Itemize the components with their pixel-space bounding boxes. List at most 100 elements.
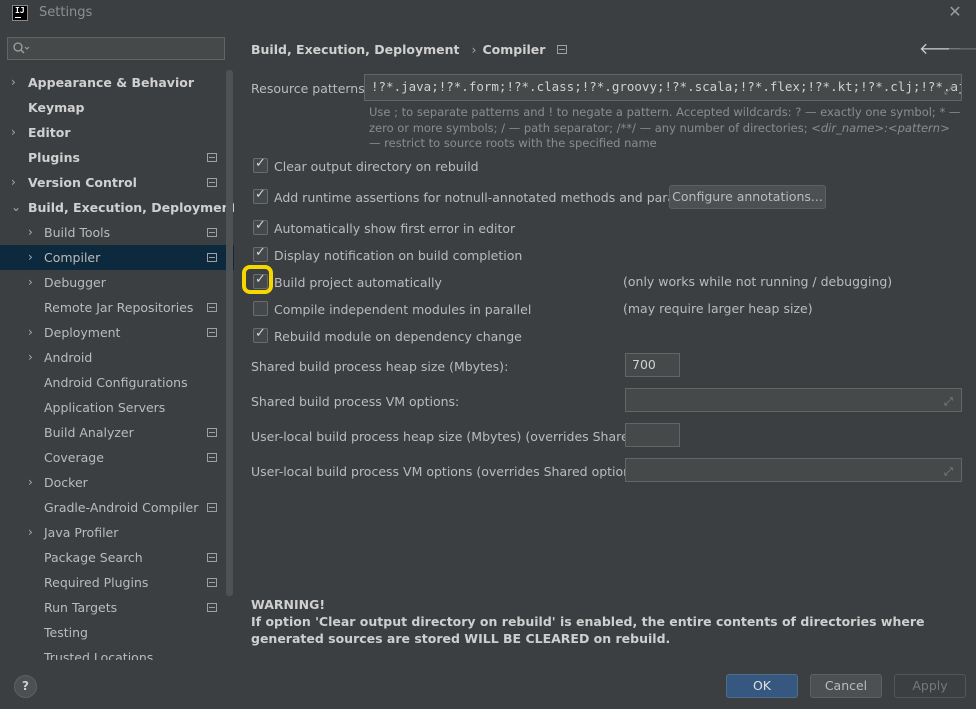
sidebar-item-debugger[interactable]: › Debugger bbox=[0, 270, 234, 295]
rebuild-dependency-checkbox[interactable] bbox=[253, 326, 268, 343]
sidebar-item-label: Run Targets bbox=[44, 600, 118, 615]
project-scope-icon bbox=[207, 503, 217, 512]
sidebar-item-android[interactable]: › Android bbox=[0, 345, 234, 370]
sidebar-item-label: Deployment bbox=[44, 325, 121, 340]
breadcrumb-separator-icon: › bbox=[471, 42, 477, 57]
shared-heap-input[interactable]: 700 bbox=[625, 353, 680, 377]
sidebar-item-label: Build, Execution, Deployment bbox=[28, 200, 234, 215]
clear-output-checkbox[interactable] bbox=[253, 156, 268, 173]
sidebar-item-remote-jar-repositories[interactable]: Remote Jar Repositories bbox=[0, 295, 234, 320]
sidebar-item-label: Trusted Locations bbox=[44, 650, 154, 660]
display-notification-checkbox[interactable] bbox=[253, 245, 268, 262]
sidebar-item-application-servers[interactable]: Application Servers bbox=[0, 395, 234, 420]
sidebar-item-build-execution-deployment[interactable]: ⌄ Build, Execution, Deployment bbox=[0, 195, 234, 220]
sidebar-item-java-profiler[interactable]: › Java Profiler bbox=[0, 520, 234, 545]
runtime-assertions-checkbox[interactable] bbox=[253, 187, 268, 204]
show-first-error-checkbox[interactable] bbox=[253, 218, 268, 235]
warning-message: WARNING! If option 'Clear output directo… bbox=[251, 596, 961, 647]
sidebar-item-appearance-behavior[interactable]: › Appearance & Behavior bbox=[0, 70, 234, 95]
user-heap-label: User-local build process heap size (Mbyt… bbox=[251, 429, 674, 444]
sidebar-item-build-analyzer[interactable]: Build Analyzer bbox=[0, 420, 234, 445]
sidebar-item-android-configurations[interactable]: Android Configurations bbox=[0, 370, 234, 395]
shared-vm-label: Shared build process VM options: bbox=[251, 394, 460, 409]
sidebar-item-label: Package Search bbox=[44, 550, 143, 565]
shared-vm-input[interactable]: ⤢ bbox=[625, 388, 962, 412]
resource-patterns-hint: Use ; to separate patterns and ! to nega… bbox=[369, 105, 961, 150]
sidebar-item-deployment[interactable]: › Deployment bbox=[0, 320, 234, 345]
sidebar-item-compiler[interactable]: › Compiler bbox=[0, 245, 234, 270]
app-logo-icon: IJ bbox=[12, 5, 28, 21]
breadcrumb-parent[interactable]: Build, Execution, Deployment bbox=[251, 42, 459, 57]
chevron-right-icon[interactable]: › bbox=[28, 220, 40, 245]
sidebar-item-label: Coverage bbox=[44, 450, 104, 465]
expand-icon[interactable]: ⤢ bbox=[944, 466, 955, 477]
ok-button[interactable]: OK bbox=[726, 674, 798, 698]
sidebar-item-label: Application Servers bbox=[44, 400, 166, 415]
sidebar-item-label: Editor bbox=[28, 125, 71, 140]
user-vm-label: User-local build process VM options (ove… bbox=[251, 464, 647, 479]
chevron-right-icon[interactable]: › bbox=[28, 520, 40, 545]
chevron-right-icon[interactable]: › bbox=[28, 345, 40, 370]
sidebar-scrollbar[interactable] bbox=[226, 70, 233, 596]
chevron-right-icon[interactable]: › bbox=[11, 170, 23, 195]
chevron-down-icon[interactable]: ⌄ bbox=[11, 195, 23, 220]
resource-patterns-input[interactable]: !?*.java;!?*.form;!?*.class;!?*.groovy;!… bbox=[364, 74, 962, 101]
project-scope-icon bbox=[207, 153, 217, 162]
expand-icon[interactable]: ⤢ bbox=[944, 85, 955, 96]
configure-annotations-button[interactable]: Configure annotations... bbox=[669, 185, 826, 209]
warning-title: WARNING! bbox=[251, 597, 326, 612]
chevron-right-icon[interactable]: › bbox=[28, 470, 40, 495]
sidebar-item-docker[interactable]: › Docker bbox=[0, 470, 234, 495]
chevron-right-icon[interactable]: › bbox=[11, 70, 23, 95]
sidebar-item-package-search[interactable]: Package Search bbox=[0, 545, 234, 570]
compiler-settings-panel: Build, Execution, Deployment › Compiler 🡐 … bbox=[234, 26, 976, 660]
apply-button[interactable]: Apply bbox=[894, 674, 966, 698]
chevron-right-icon[interactable]: › bbox=[11, 120, 23, 145]
sidebar-item-coverage[interactable]: Coverage bbox=[0, 445, 234, 470]
project-scope-icon bbox=[207, 553, 217, 562]
breadcrumb: Build, Execution, Deployment › Compiler bbox=[251, 42, 573, 57]
sidebar-item-label: Plugins bbox=[28, 150, 80, 165]
sidebar-item-keymap[interactable]: Keymap bbox=[0, 95, 234, 120]
sidebar-item-version-control[interactable]: › Version Control bbox=[0, 170, 234, 195]
cancel-button[interactable]: Cancel bbox=[810, 674, 882, 698]
compile-parallel-checkbox[interactable] bbox=[253, 301, 268, 316]
forward-arrow-icon[interactable]: 🡒 bbox=[947, 38, 976, 58]
show-first-error-label: Automatically show first error in editor bbox=[274, 221, 516, 236]
sidebar-item-testing[interactable]: Testing bbox=[0, 620, 234, 645]
help-button[interactable]: ? bbox=[14, 675, 37, 698]
window-title: Settings bbox=[39, 5, 93, 20]
sidebar-item-label: Keymap bbox=[28, 100, 85, 115]
project-scope-icon bbox=[207, 578, 217, 587]
sidebar-item-required-plugins[interactable]: Required Plugins bbox=[0, 570, 234, 595]
search-icon bbox=[13, 42, 30, 54]
close-icon[interactable]: ✕ bbox=[946, 3, 964, 21]
project-scope-icon bbox=[207, 253, 217, 262]
chevron-right-icon[interactable]: › bbox=[28, 270, 40, 295]
highlight-annotation bbox=[242, 265, 273, 294]
resource-patterns-label: Resource patterns: bbox=[251, 81, 369, 96]
search-input[interactable] bbox=[7, 37, 225, 60]
expand-icon[interactable]: ⤢ bbox=[944, 396, 955, 407]
chevron-right-icon[interactable]: › bbox=[28, 320, 40, 345]
sidebar-item-editor[interactable]: › Editor bbox=[0, 120, 234, 145]
resource-patterns-value: !?*.java;!?*.form;!?*.class;!?*.groovy;!… bbox=[371, 79, 962, 94]
sidebar-item-plugins[interactable]: Plugins bbox=[0, 145, 234, 170]
sidebar-item-label: Build Tools bbox=[44, 225, 111, 240]
project-scope-icon bbox=[557, 45, 568, 54]
sidebar-item-label: Android Configurations bbox=[44, 375, 188, 390]
breadcrumb-current: Compiler bbox=[482, 42, 546, 57]
chevron-right-icon[interactable]: › bbox=[28, 245, 40, 270]
sidebar-item-gradle-android-compiler[interactable]: Gradle-Android Compiler bbox=[0, 495, 234, 520]
sidebar-item-build-tools[interactable]: › Build Tools bbox=[0, 220, 234, 245]
project-scope-icon bbox=[207, 303, 217, 312]
project-scope-icon bbox=[207, 453, 217, 462]
sidebar-item-label: Build Analyzer bbox=[44, 425, 134, 440]
sidebar-item-run-targets[interactable]: Run Targets bbox=[0, 595, 234, 620]
user-vm-input[interactable]: ⤢ bbox=[625, 458, 962, 482]
project-scope-icon bbox=[207, 428, 217, 437]
sidebar-item-trusted-locations[interactable]: Trusted Locations bbox=[0, 645, 234, 660]
settings-tree: › Appearance & Behavior Keymap › Editor Plugi… bbox=[0, 70, 234, 660]
display-notification-label: Display notification on build completion bbox=[274, 248, 523, 263]
user-heap-input[interactable] bbox=[625, 423, 680, 447]
